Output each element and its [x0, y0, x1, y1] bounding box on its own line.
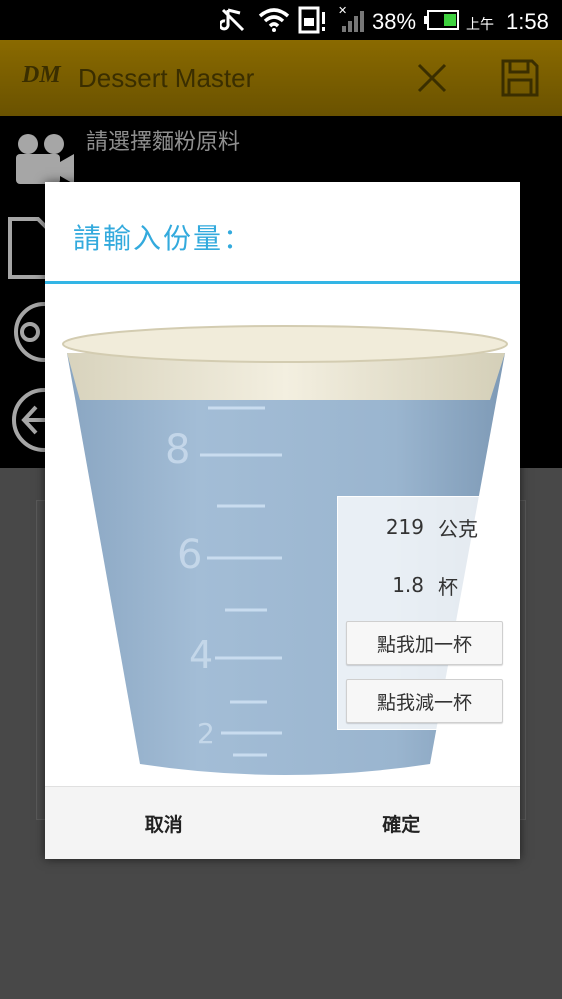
dialog-title-divider	[45, 281, 520, 284]
status-bar: ✕ 38% 上午 1:58	[0, 0, 562, 40]
svg-text:✕: ✕	[338, 4, 347, 17]
grams-unit: 公克	[438, 516, 478, 541]
app-title: Dessert Master	[78, 63, 255, 93]
dialog-title: 請輸入份量：	[73, 222, 254, 255]
scale-label-2: 2	[197, 717, 215, 750]
app-logo: DM	[22, 62, 61, 88]
scale-label-8: 8	[165, 427, 190, 473]
grams-value: 219	[385, 515, 424, 539]
scale-label-6: 6	[177, 532, 202, 578]
cups-row: 1.8 杯	[338, 569, 511, 601]
cups-value: 1.8	[392, 573, 424, 597]
cups-unit: 杯	[438, 574, 458, 599]
quantity-panel: 219 公克 1.8 杯 點我加一杯 點我減一杯	[337, 496, 510, 730]
signal-icon: ✕	[338, 4, 368, 34]
confirm-button[interactable]: 確定	[283, 787, 521, 859]
save-icon[interactable]	[500, 58, 540, 102]
grams-row: 219 公克	[338, 511, 511, 543]
clock: 1:58	[506, 9, 549, 34]
remove-cup-button[interactable]: 點我減一杯	[346, 679, 503, 723]
action-bar: DM Dessert Master	[0, 40, 562, 116]
sim-card-icon	[298, 6, 328, 34]
scale-label-4: 4	[189, 633, 213, 677]
cancel-button[interactable]: 取消	[45, 787, 283, 859]
am-pm-label: 上午	[466, 17, 494, 33]
wifi-icon	[258, 8, 290, 32]
battery-icon	[424, 10, 460, 30]
close-icon[interactable]	[416, 62, 448, 98]
notification-muted-icon	[220, 7, 246, 33]
dialog-button-bar: 取消 確定	[45, 786, 520, 859]
battery-percent: 38%	[372, 9, 417, 34]
cup-rim	[62, 325, 508, 363]
add-cup-button[interactable]: 點我加一杯	[346, 621, 503, 665]
